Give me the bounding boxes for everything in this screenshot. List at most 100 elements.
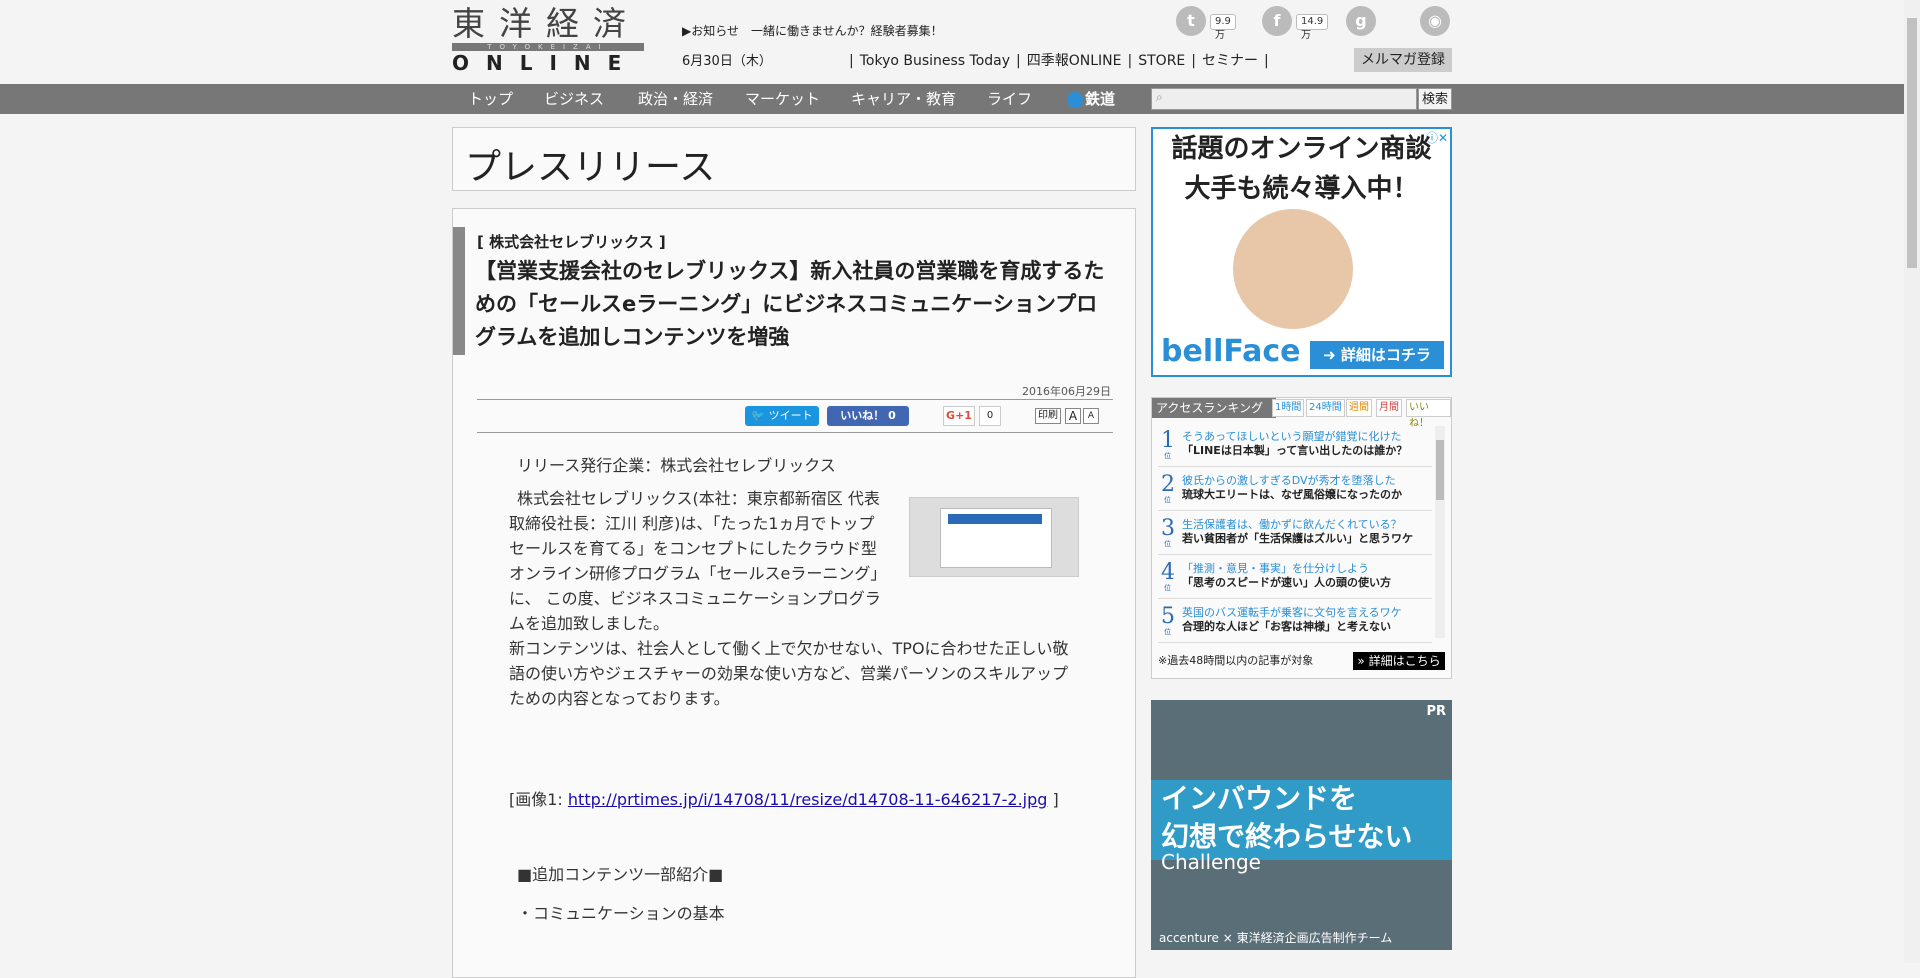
ad-headline-line1: インバウンドを	[1161, 782, 1358, 815]
ranking-title: 若い貧困者が「生活保護はズルい」と思うワケ	[1182, 532, 1413, 545]
gplus-count: 0	[979, 406, 1001, 426]
image-link[interactable]: http://prtimes.jp/i/14708/11/resize/d147…	[568, 790, 1048, 809]
like-button[interactable]: いいね！ 0	[827, 406, 909, 426]
ranking-number: 5	[1160, 604, 1176, 636]
link-shikiho-online[interactable]: 四季報ONLINE	[1027, 53, 1122, 69]
section-heading: ■追加コンテンツ一部紹介■	[517, 865, 724, 884]
ranking-more-button[interactable]: » 詳細はこちら	[1353, 652, 1445, 670]
ad-person-image	[1233, 209, 1353, 329]
logo-online: ONLINE	[452, 51, 639, 75]
ranking-number: 1	[1160, 428, 1176, 460]
ranking-number: 4	[1160, 560, 1176, 592]
share-bar: 🐦 ツイート いいね！ 0 G+1 0 印刷 A A	[477, 399, 1113, 433]
ad-headline: インバウンドを 幻想で終わらせない	[1161, 780, 1412, 856]
ranking-heading: アクセスランキング	[1152, 398, 1276, 418]
article-headline: 【営業支援会社のセレブリックス】新入社員の営業職を育成するための「セールスeラー…	[475, 259, 1105, 349]
facebook-icon[interactable]: f	[1262, 6, 1292, 36]
twitter-icon: 🐦	[751, 409, 766, 422]
ranking-tab-like[interactable]: いいね！	[1406, 399, 1451, 429]
ranking-title: 合理的な人ほど「お客は神様」と考えない	[1182, 620, 1391, 633]
ranking-title: 「LINEは日本製」って言い出したのは誰か？	[1182, 444, 1408, 457]
ad-bellface[interactable]: ⓘ✕ 話題のオンライン商談 大手も続々導入中！ bellFace ➜ 詳細はコチ…	[1151, 127, 1452, 377]
article-paragraph-2: 新コンテンツは、社会人として働く上で欠かせない、TPOに合わせた正しい敬語の使い…	[509, 639, 1069, 708]
site-header: 東洋経済 TOYOKEIZAI ONLINE ▶お知らせ 一緒に働きませんか？経…	[0, 0, 1904, 84]
main-nav: トップ ビジネス 政治・経済 マーケット キャリア・教育 ライフ 鉄道 ⌕ 検索	[0, 84, 1904, 114]
ranking-note: ※過去48時間以内の記事が対象	[1158, 654, 1314, 667]
ad-accenture[interactable]: PR インバウンドを 幻想で終わらせない Challenge accenture …	[1151, 700, 1452, 950]
google-plus-icon[interactable]: g	[1346, 6, 1376, 36]
ranking-title: 「思考のスピードが速い」人の頭の使い方	[1182, 576, 1391, 589]
nav-top[interactable]: トップ	[468, 84, 513, 114]
nav-career-education[interactable]: キャリア・教育	[851, 84, 956, 114]
font-large-button[interactable]: A	[1065, 408, 1081, 424]
article-company: [ 株式会社セレブリックス ]	[477, 233, 666, 251]
twitter-icon[interactable]: t	[1176, 6, 1206, 36]
page-title-box: プレスリリース	[452, 127, 1136, 191]
search-button[interactable]: 検索	[1418, 88, 1452, 110]
ad-close-icon[interactable]: ⓘ✕	[1426, 129, 1448, 146]
search-icon: ⌕	[1156, 90, 1163, 104]
top-links: | Tokyo Business Today | 四季報ONLINE | STORE | セミ…	[849, 53, 1269, 69]
rss-icon[interactable]: ◉	[1420, 6, 1450, 36]
issuer-line: リリース発行企業：株式会社セレブリックス	[517, 456, 836, 475]
ad-line1: 話題のオンライン商談	[1171, 134, 1432, 164]
ranking-item[interactable]: 5 英国のバス運転手が乗客に文句を言えるワケ 合理的な人ほど「お客は神様」と考え…	[1158, 600, 1432, 643]
logo-kanji: 東洋経済	[452, 4, 640, 43]
tweet-label: ツイート	[768, 409, 813, 422]
ranking-scrollbar[interactable]	[1435, 426, 1445, 638]
page-title: プレスリリース	[465, 147, 716, 188]
mailmag-button[interactable]: メルマガ登録	[1354, 48, 1452, 72]
link-seminar[interactable]: セミナー	[1202, 53, 1258, 69]
page-scroll-thumb[interactable]	[1907, 18, 1917, 268]
ranking-item[interactable]: 1 そうあってほしいという願望が錯覚に化けた 「LINEは日本製」って言い出した…	[1158, 424, 1432, 467]
bullet-item: ・コミュニケーションの基本	[517, 904, 725, 923]
ad-cta-button[interactable]: ➜ 詳細はコチラ	[1310, 341, 1444, 369]
image-caption: [画像1: http://prtimes.jp/i/14708/11/resiz…	[509, 787, 1079, 812]
ad-line2: 大手も続々導入中！	[1184, 174, 1419, 204]
headline-accent-bar	[453, 227, 465, 355]
article-date: 2016年06月29日	[1022, 385, 1111, 398]
ranking-number: 3	[1160, 516, 1176, 548]
link-tokyo-business-today[interactable]: Tokyo Business Today	[860, 53, 1010, 69]
ranking-tab-1h[interactable]: 1時間	[1272, 399, 1305, 417]
ranking-tab-week[interactable]: 週間	[1346, 399, 1372, 417]
link-store[interactable]: STORE	[1138, 53, 1185, 69]
ranking-item[interactable]: 2 彼氏からの激しすぎるDVが秀才を堕落した 琉球大エリートは、なぜ風俗嬢になっ…	[1158, 468, 1432, 511]
access-ranking: アクセスランキング 1時間 24時間 週間 月間 いいね！ 1 そうあってほしい…	[1151, 397, 1452, 679]
ranking-item[interactable]: 4 「推測・意見・事実」を仕分けしよう 「思考のスピードが速い」人の頭の使い方	[1158, 556, 1432, 599]
nav-life[interactable]: ライフ	[987, 84, 1032, 114]
gplus-button[interactable]: G+1	[943, 406, 975, 426]
page-scrollbar[interactable]	[1904, 0, 1920, 963]
image-caption-prefix: [画像1:	[509, 790, 568, 809]
article-paragraph-1: 株式会社セレブリックス(本社：東京都新宿区 代表取締役社長：江川 利彦)は、「た…	[509, 489, 887, 633]
ranking-item[interactable]: 3 生活保護者は、働かずに飲んだくれている？ 若い貧困者が「生活保護はズルい」と…	[1158, 512, 1432, 555]
ad-challenge: Challenge	[1161, 850, 1261, 874]
article: [ 株式会社セレブリックス ] 【営業支援会社のセレブリックス】新入社員の営業職…	[452, 208, 1136, 978]
railway-icon	[1067, 91, 1083, 108]
notice-link[interactable]: ▶お知らせ 一緒に働きませんか？経験者募集！	[682, 22, 943, 39]
nav-politics-economy[interactable]: 政治・経済	[638, 84, 713, 114]
article-body: リリース発行企業：株式会社セレブリックス 株式会社セレブリックス(本社：東京都新…	[509, 453, 1079, 926]
nav-market[interactable]: マーケット	[745, 84, 820, 114]
nav-railway[interactable]: 鉄道	[1067, 84, 1115, 114]
ranking-number: 2	[1160, 472, 1176, 504]
nav-railway-label: 鉄道	[1085, 90, 1116, 108]
print-button[interactable]: 印刷	[1035, 408, 1061, 424]
search-input[interactable]: ⌕	[1151, 88, 1417, 110]
ad-brand: bellFace	[1161, 334, 1301, 369]
ranking-scroll-thumb[interactable]	[1436, 440, 1444, 500]
ranking-tab-24h[interactable]: 24時間	[1306, 399, 1345, 417]
ad-pr-label: PR	[1426, 704, 1446, 719]
header-date: 6月30日（木）	[682, 54, 772, 69]
tweet-button[interactable]: 🐦 ツイート	[745, 406, 819, 426]
image-caption-suffix: ]	[1047, 790, 1059, 809]
logo-sub: TOYOKEIZAI	[452, 43, 644, 51]
ranking-title: 琉球大エリートは、なぜ風俗嬢になったのか	[1182, 488, 1402, 501]
facebook-count: 14.9万	[1296, 14, 1329, 41]
twitter-count: 9.9万	[1210, 14, 1236, 41]
font-small-button[interactable]: A	[1083, 408, 1099, 424]
ad-footer: accenture × 東洋経済企画広告制作チーム	[1159, 931, 1393, 945]
ranking-tab-month[interactable]: 月間	[1376, 399, 1402, 417]
nav-business[interactable]: ビジネス	[544, 84, 604, 114]
site-logo[interactable]: 東洋経済 TOYOKEIZAI ONLINE	[452, 4, 644, 75]
